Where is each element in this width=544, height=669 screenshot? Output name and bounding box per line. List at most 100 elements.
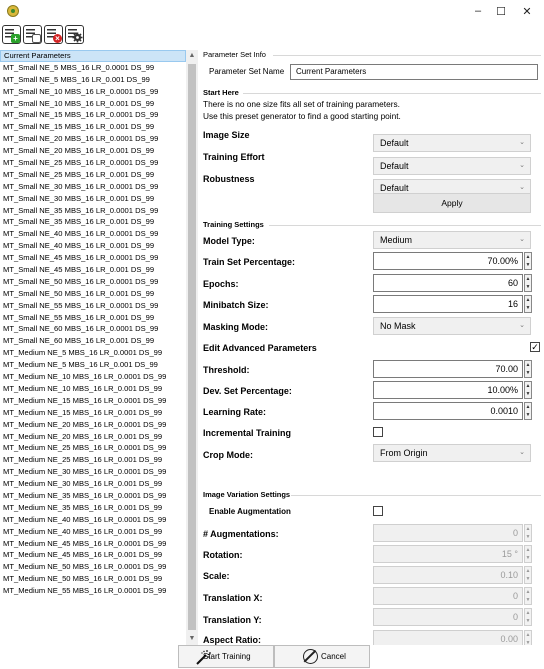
dev-set-percentage-spinner[interactable]: ▲ ▼ bbox=[524, 381, 532, 399]
preset-list[interactable]: Current Parameters MT_Small NE_5 MBS_16 L… bbox=[0, 50, 187, 645]
preset-list-item[interactable]: MT_Medium NE_50 MBS_16 LR_0.001 DS_99 bbox=[0, 573, 186, 585]
preset-list-item[interactable]: MT_Small NE_40 MBS_16 LR_0.001 DS_99 bbox=[0, 240, 186, 252]
threshold-input[interactable]: 70.00 bbox=[373, 360, 523, 378]
spin-down-icon[interactable]: ▼ bbox=[525, 596, 531, 604]
learning-rate-spinner[interactable]: ▲ ▼ bbox=[524, 402, 532, 420]
edit-advanced-checkbox[interactable]: ✓ bbox=[530, 342, 540, 352]
preset-list-item[interactable]: MT_Medium NE_15 MBS_16 LR_0.001 DS_99 bbox=[0, 407, 186, 419]
preset-list-item[interactable]: MT_Small NE_40 MBS_16 LR_0.0001 DS_99 bbox=[0, 228, 186, 240]
image-size-select[interactable]: Default ⌄ bbox=[373, 134, 531, 152]
preset-list-item[interactable]: MT_Small NE_10 MBS_16 LR_0.001 DS_99 bbox=[0, 98, 186, 110]
preset-list-item[interactable]: MT_Medium NE_55 MBS_16 LR_0.0001 DS_99 bbox=[0, 585, 186, 597]
preset-list-item[interactable]: MT_Small NE_5 MBS_16 LR_0.001 DS_99 bbox=[0, 74, 186, 86]
preset-list-item[interactable]: MT_Medium NE_5 MBS_16 LR_0.001 DS_99 bbox=[0, 359, 186, 371]
preset-list-item-selected[interactable]: Current Parameters bbox=[0, 50, 186, 62]
spin-down-icon[interactable]: ▼ bbox=[525, 411, 531, 419]
enable-augmentation-checkbox[interactable] bbox=[373, 506, 383, 516]
preset-list-item[interactable]: MT_Medium NE_40 MBS_16 LR_0.0001 DS_99 bbox=[0, 514, 186, 526]
preset-list-item[interactable]: MT_Small NE_50 MBS_16 LR_0.001 DS_99 bbox=[0, 288, 186, 300]
spin-up-icon[interactable]: ▲ bbox=[525, 588, 531, 596]
scroll-down-icon[interactable]: ▼ bbox=[186, 633, 198, 645]
close-button[interactable]: ✕ bbox=[508, 0, 544, 22]
preset-list-item[interactable]: MT_Medium NE_10 MBS_16 LR_0.001 DS_99 bbox=[0, 383, 186, 395]
augmentations-input[interactable]: 0 bbox=[373, 524, 523, 542]
spin-up-icon[interactable]: ▲ bbox=[525, 403, 531, 411]
aspect-ratio-input[interactable]: 0.00 bbox=[373, 630, 523, 645]
preset-list-item[interactable]: MT_Medium NE_25 MBS_16 LR_0.0001 DS_99 bbox=[0, 442, 186, 454]
threshold-spinner[interactable]: ▲ ▼ bbox=[524, 360, 532, 378]
preset-list-item[interactable]: MT_Small NE_50 MBS_16 LR_0.0001 DS_99 bbox=[0, 276, 186, 288]
spin-down-icon[interactable]: ▼ bbox=[525, 575, 531, 583]
spin-up-icon[interactable]: ▲ bbox=[525, 361, 531, 369]
preset-list-item[interactable]: MT_Small NE_55 MBS_16 LR_0.0001 DS_99 bbox=[0, 300, 186, 312]
preset-list-item[interactable]: MT_Small NE_20 MBS_16 LR_0.001 DS_99 bbox=[0, 145, 186, 157]
preset-list-item[interactable]: MT_Small NE_30 MBS_16 LR_0.001 DS_99 bbox=[0, 193, 186, 205]
spin-up-icon[interactable]: ▲ bbox=[525, 382, 531, 390]
spin-up-icon[interactable]: ▲ bbox=[525, 296, 531, 304]
train-set-percentage-input[interactable]: 70.00% bbox=[373, 252, 523, 270]
scale-spinner[interactable]: ▲ ▼ bbox=[524, 566, 532, 584]
rotation-spinner[interactable]: ▲ ▼ bbox=[524, 545, 532, 563]
spin-up-icon[interactable]: ▲ bbox=[525, 631, 531, 639]
spin-down-icon[interactable]: ▼ bbox=[525, 369, 531, 377]
scroll-thumb[interactable] bbox=[188, 64, 196, 630]
preset-list-item[interactable]: MT_Medium NE_30 MBS_16 LR_0.001 DS_99 bbox=[0, 478, 186, 490]
preset-list-item[interactable]: MT_Medium NE_40 MBS_16 LR_0.001 DS_99 bbox=[0, 526, 186, 538]
model-type-select[interactable]: Medium ⌄ bbox=[373, 231, 531, 249]
preset-list-item[interactable]: MT_Medium NE_5 MBS_16 LR_0.0001 DS_99 bbox=[0, 347, 186, 359]
epochs-spinner[interactable]: ▲ ▼ bbox=[524, 274, 532, 292]
delete-preset-button[interactable]: × bbox=[44, 25, 63, 44]
spin-up-icon[interactable]: ▲ bbox=[525, 253, 531, 261]
rotation-input[interactable]: 15 ° bbox=[373, 545, 523, 563]
preset-list-item[interactable]: MT_Small NE_10 MBS_16 LR_0.0001 DS_99 bbox=[0, 86, 186, 98]
preset-list-item[interactable]: MT_Medium NE_35 MBS_16 LR_0.0001 DS_99 bbox=[0, 490, 186, 502]
preset-list-item[interactable]: MT_Medium NE_15 MBS_16 LR_0.0001 DS_99 bbox=[0, 395, 186, 407]
preset-list-item[interactable]: MT_Small NE_5 MBS_16 LR_0.0001 DS_99 bbox=[0, 62, 186, 74]
spin-up-icon[interactable]: ▲ bbox=[525, 275, 531, 283]
dev-set-percentage-input[interactable]: 10.00% bbox=[373, 381, 523, 399]
preset-list-item[interactable]: MT_Medium NE_10 MBS_16 LR_0.0001 DS_99 bbox=[0, 371, 186, 383]
masking-mode-select[interactable]: No Mask ⌄ bbox=[373, 317, 531, 335]
scale-input[interactable]: 0.10 bbox=[373, 566, 523, 584]
crop-mode-select[interactable]: From Origin ⌄ bbox=[373, 444, 531, 462]
apply-button[interactable]: Apply bbox=[373, 193, 531, 213]
training-effort-select[interactable]: Default ⌄ bbox=[373, 157, 531, 175]
spin-down-icon[interactable]: ▼ bbox=[525, 261, 531, 269]
preset-list-item[interactable]: MT_Medium NE_35 MBS_16 LR_0.001 DS_99 bbox=[0, 502, 186, 514]
spin-down-icon[interactable]: ▼ bbox=[525, 533, 531, 541]
preset-list-item[interactable]: MT_Small NE_20 MBS_16 LR_0.0001 DS_99 bbox=[0, 133, 186, 145]
preset-list-item[interactable]: MT_Small NE_55 MBS_16 LR_0.001 DS_99 bbox=[0, 312, 186, 324]
preset-list-item[interactable]: MT_Medium NE_25 MBS_16 LR_0.001 DS_99 bbox=[0, 454, 186, 466]
epochs-input[interactable]: 60 bbox=[373, 274, 523, 292]
preset-list-item[interactable]: MT_Medium NE_50 MBS_16 LR_0.0001 DS_99 bbox=[0, 561, 186, 573]
spin-down-icon[interactable]: ▼ bbox=[525, 390, 531, 398]
preset-list-item[interactable]: MT_Small NE_15 MBS_16 LR_0.001 DS_99 bbox=[0, 121, 186, 133]
add-preset-button[interactable]: + bbox=[2, 25, 21, 44]
translation-y-spinner[interactable]: ▲ ▼ bbox=[524, 608, 532, 626]
start-training-button[interactable]: Start Training bbox=[178, 645, 274, 668]
preset-list-scrollbar[interactable]: ▲ ▼ bbox=[186, 50, 198, 645]
preset-list-item[interactable]: MT_Medium NE_20 MBS_16 LR_0.001 DS_99 bbox=[0, 431, 186, 443]
spin-down-icon[interactable]: ▼ bbox=[525, 617, 531, 625]
spin-down-icon[interactable]: ▼ bbox=[525, 304, 531, 312]
translation-x-spinner[interactable]: ▲ ▼ bbox=[524, 587, 532, 605]
aspect-ratio-spinner[interactable]: ▲ ▼ bbox=[524, 630, 532, 645]
translation-x-input[interactable]: 0 bbox=[373, 587, 523, 605]
augmentations-spinner[interactable]: ▲ ▼ bbox=[524, 524, 532, 542]
preset-list-item[interactable]: MT_Small NE_30 MBS_16 LR_0.0001 DS_99 bbox=[0, 181, 186, 193]
preset-list-item[interactable]: MT_Small NE_35 MBS_16 LR_0.001 DS_99 bbox=[0, 216, 186, 228]
preset-list-item[interactable]: MT_Medium NE_45 MBS_16 LR_0.0001 DS_99 bbox=[0, 538, 186, 550]
scroll-up-icon[interactable]: ▲ bbox=[186, 50, 198, 62]
preset-list-item[interactable]: MT_Medium NE_20 MBS_16 LR_0.0001 DS_99 bbox=[0, 419, 186, 431]
translation-y-input[interactable]: 0 bbox=[373, 608, 523, 626]
spin-up-icon[interactable]: ▲ bbox=[525, 567, 531, 575]
preset-list-item[interactable]: MT_Small NE_60 MBS_16 LR_0.0001 DS_99 bbox=[0, 323, 186, 335]
preset-list-item[interactable]: MT_Small NE_15 MBS_16 LR_0.0001 DS_99 bbox=[0, 109, 186, 121]
parameter-set-name-input[interactable]: Current Parameters bbox=[290, 64, 538, 80]
preset-list-item[interactable]: MT_Small NE_25 MBS_16 LR_0.001 DS_99 bbox=[0, 169, 186, 181]
preset-list-item[interactable]: MT_Small NE_45 MBS_16 LR_0.0001 DS_99 bbox=[0, 252, 186, 264]
preset-list-item[interactable]: MT_Small NE_35 MBS_16 LR_0.0001 DS_99 bbox=[0, 205, 186, 217]
cancel-button[interactable]: Cancel bbox=[274, 645, 370, 668]
preset-list-item[interactable]: MT_Small NE_60 MBS_16 LR_0.001 DS_99 bbox=[0, 335, 186, 347]
preset-list-item[interactable]: MT_Small NE_25 MBS_16 LR_0.0001 DS_99 bbox=[0, 157, 186, 169]
